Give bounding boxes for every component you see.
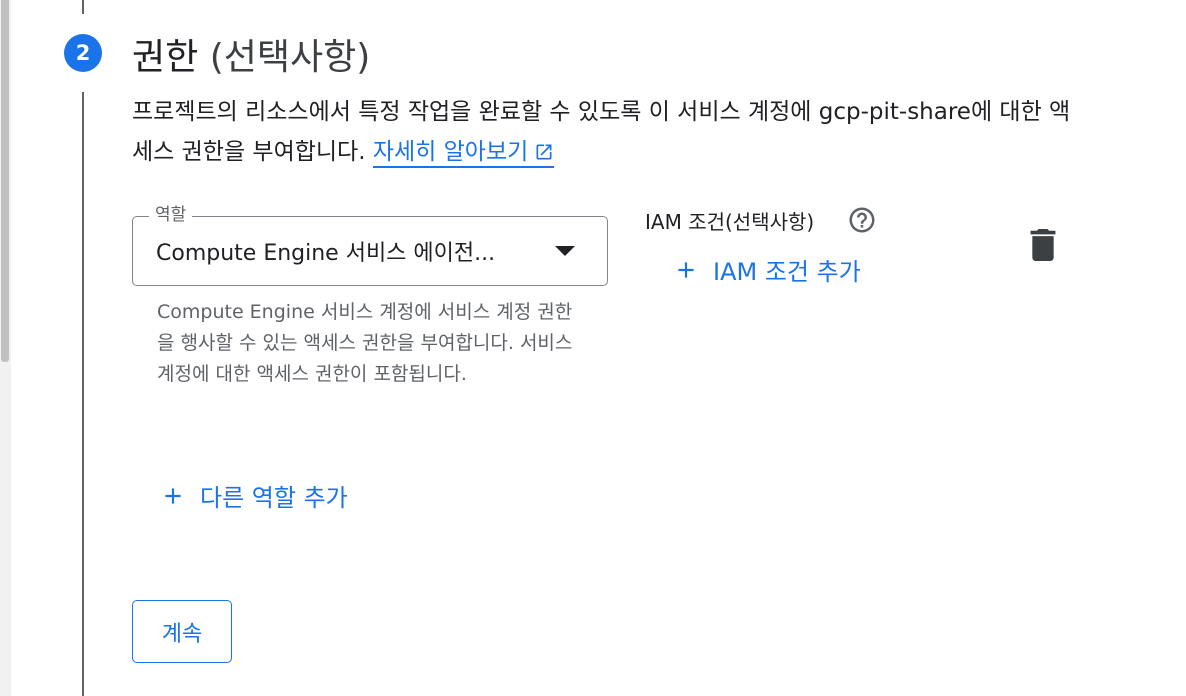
continue-button[interactable]: 계속 (132, 600, 232, 663)
add-iam-condition-label: IAM 조건 추가 (713, 258, 861, 286)
plus-icon (678, 261, 694, 278)
step-number-badge: 2 (64, 34, 102, 72)
role-selected-value: Compute Engine 서비스 에이전... (156, 241, 496, 266)
step-title-text: 권한 (132, 37, 199, 78)
open-in-new-icon (536, 144, 552, 160)
page-scrollbar[interactable] (0, 0, 11, 696)
add-another-role-label: 다른 역할 추가 (200, 484, 348, 512)
stepper-line (82, 92, 84, 696)
stepper-line-top (82, 0, 84, 14)
step-title: 권한 (선택사항) (132, 28, 370, 80)
learn-more-label: 자세히 알아보기 (372, 139, 529, 165)
add-another-role-button[interactable]: 다른 역할 추가 (160, 478, 348, 513)
plus-icon (165, 487, 181, 504)
step-description: 프로젝트의 리소스에서 특정 작업을 완료할 수 있도록 이 서비스 계정에 g… (132, 92, 1082, 172)
learn-more-link[interactable]: 자세히 알아보기 (372, 139, 555, 168)
description-text: 프로젝트의 리소스에서 특정 작업을 완료할 수 있도록 이 서비스 계정에 g… (132, 99, 1071, 165)
role-field-label: 역할 (149, 204, 193, 226)
role-select[interactable]: 역할 Compute Engine 서비스 에이전... (132, 204, 608, 286)
scrollbar-thumb[interactable] (1, 0, 9, 362)
step-title-optional: (선택사항) (209, 37, 371, 78)
help-outline-icon[interactable] (847, 205, 877, 235)
trash-icon[interactable] (1030, 229, 1056, 261)
add-iam-condition-button[interactable]: IAM 조건 추가 (673, 252, 861, 287)
dropdown-arrow-icon (555, 246, 575, 256)
role-help-text: Compute Engine 서비스 계정에 서비스 계정 권한을 행사할 수 … (157, 301, 573, 385)
iam-condition-title: IAM 조건(선택사항) (645, 210, 815, 234)
